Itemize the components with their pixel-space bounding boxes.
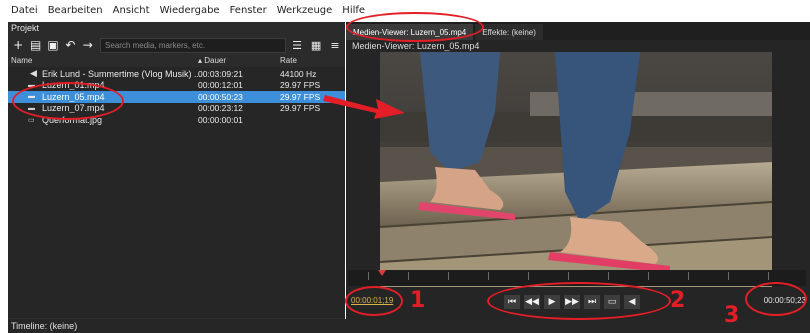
menu-wiedergabe[interactable]: Wiedergabe [155, 5, 225, 16]
timeline-label: Timeline: (keine) [8, 319, 345, 333]
project-panel-title: Projekt [8, 22, 345, 34]
col-rate[interactable]: Rate [280, 56, 345, 67]
list-item[interactable]: ◀ Erik Lund - Summertime (Vlog Musik) ..… [8, 68, 345, 80]
video-frame-image [380, 52, 772, 287]
annotation-number-2: 2 [670, 288, 686, 313]
image-icon: ▭ [28, 116, 35, 124]
playhead-marker[interactable] [378, 270, 386, 276]
video-preview [380, 52, 772, 287]
menu-fenster[interactable]: Fenster [225, 5, 272, 16]
add-icon[interactable]: + [11, 37, 25, 53]
tab-effects[interactable]: Effekte: (keine) [475, 24, 543, 40]
details-view-icon[interactable]: ☰ [289, 37, 305, 53]
item-duration: 00:00:50:23 [198, 91, 243, 102]
menu-werkzeuge[interactable]: Werkzeuge [272, 5, 338, 16]
menu-bearbeiten[interactable]: Bearbeiten [43, 5, 108, 16]
project-toolbar: + ▤ ▣ ↶ → Search media, markers, etc. ☰ … [8, 34, 345, 56]
media-viewer-panel: Medien-Viewer: Luzern_05.mp4 Effekte: (k… [346, 22, 810, 319]
item-duration: 00:00:23:12 [198, 103, 243, 114]
annotation-ellipse-timecode-left [345, 286, 403, 316]
item-rate: 44100 Hz [280, 68, 317, 79]
new-file-icon[interactable]: ▤ [28, 37, 42, 53]
item-duration: 00:03:09:21 [198, 68, 243, 79]
item-duration: 00:00:00:01 [198, 114, 243, 125]
col-duration[interactable]: ▴ Dauer [198, 56, 280, 67]
annotation-ellipse-tab [346, 12, 484, 42]
redo-icon[interactable]: → [81, 37, 95, 53]
undo-icon[interactable]: ↶ [63, 37, 77, 53]
search-input[interactable]: Search media, markers, etc. [100, 37, 287, 53]
annotation-ellipse-timecode-right [745, 282, 807, 316]
menu-datei[interactable]: Datei [6, 5, 43, 16]
menu-hilfe[interactable]: Hilfe [337, 5, 370, 16]
column-header: Name ▴ Dauer Rate [8, 56, 345, 67]
menu-ansicht[interactable]: Ansicht [108, 5, 155, 16]
viewer-title: Medien-Viewer: Luzern_05.mp4 [352, 41, 480, 51]
annotation-arrow [323, 95, 405, 119]
annotation-ellipse-file [12, 82, 124, 120]
audio-icon: ◀ [30, 68, 37, 79]
menu-icon[interactable]: ≡ [327, 37, 343, 53]
col-name[interactable]: Name [8, 56, 198, 67]
grid-view-icon[interactable]: ▦ [308, 37, 324, 53]
save-icon[interactable]: ▣ [46, 37, 60, 53]
project-panel: Projekt + ▤ ▣ ↶ → Search media, markers,… [8, 22, 345, 333]
item-duration: 00:00:12:01 [198, 80, 243, 91]
timeline-panel [345, 319, 810, 333]
annotation-number-1: 1 [410, 288, 426, 313]
annotation-ellipse-controls [487, 282, 671, 320]
annotation-number-3: 3 [724, 303, 740, 328]
